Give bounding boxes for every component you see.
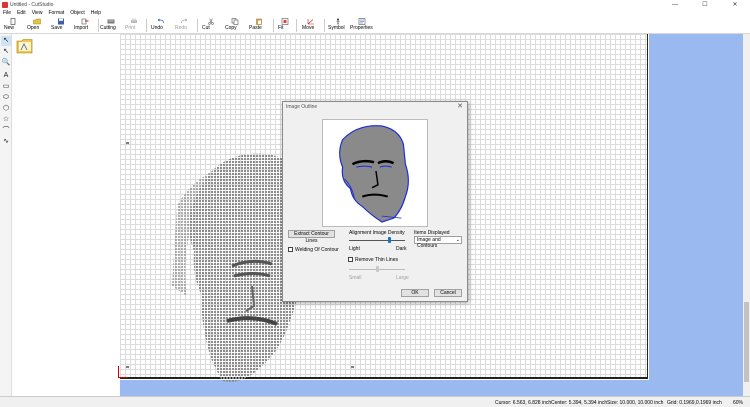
maximize-button[interactable]: ☐ — [690, 0, 720, 10]
remove-thin-checkbox[interactable] — [348, 257, 353, 262]
dialog-close-icon[interactable]: ✕ — [457, 102, 463, 110]
open-button[interactable]: Open — [27, 18, 47, 33]
scroll-thumb[interactable] — [744, 302, 749, 382]
thin-lines-slider-thumb[interactable] — [375, 266, 379, 272]
text-tool[interactable]: A — [1, 71, 11, 81]
cut-button[interactable]: Cut — [202, 18, 220, 33]
undo-button[interactable]: Undo — [151, 18, 171, 33]
toolbar-separator — [98, 19, 99, 32]
redo-button[interactable]: Redo — [175, 18, 193, 33]
scissors-icon — [208, 18, 214, 25]
vertical-scrollbar[interactable] — [743, 34, 750, 396]
grid-readout: Grid: 0.1969,0.1969 inch — [667, 400, 722, 406]
cutter-icon — [107, 19, 115, 24]
symbol-button[interactable]: Symbol — [328, 18, 348, 33]
status-bar: Cursor: 6.563, 6.828 inch Center: 5.394,… — [0, 396, 750, 407]
person-symbol-icon — [336, 18, 340, 25]
save-disk-icon — [58, 18, 64, 25]
toolbar-separator — [296, 19, 297, 32]
redo-icon — [181, 18, 188, 24]
title-bar: Untitled - CutStudio — ☐ ✕ — [0, 0, 750, 10]
cursor-readout: Cursor: 6.563, 6.828 inch — [495, 400, 552, 406]
selection-handle[interactable]: ⌗ — [125, 366, 130, 371]
close-button[interactable]: ✕ — [720, 0, 750, 10]
density-slider[interactable] — [349, 240, 405, 241]
welding-label: Welding Of Contour — [295, 247, 339, 253]
properties-button[interactable]: Properties — [350, 18, 374, 33]
clipboard-icon — [256, 18, 262, 25]
import-icon — [81, 18, 89, 25]
menu-bar: File Edit View Format Object Help — [0, 10, 750, 17]
menu-format[interactable]: Format — [48, 10, 64, 17]
fit-icon — [281, 18, 289, 25]
thin-large-label: Large — [396, 275, 409, 281]
new-button[interactable]: New — [4, 18, 22, 33]
copy-button[interactable]: Copy — [225, 18, 245, 33]
size-readout: Size: 10.000, 10.000 inch — [607, 400, 664, 406]
menu-object[interactable]: Object — [70, 10, 84, 17]
import-button[interactable]: Import — [74, 18, 96, 33]
zoom-tool[interactable]: 🔍 — [1, 58, 11, 68]
toolbar-separator — [197, 19, 198, 32]
window-title: Untitled - CutStudio — [10, 2, 54, 8]
menu-file[interactable]: File — [3, 10, 11, 17]
printer-icon — [131, 18, 137, 23]
menu-help[interactable]: Help — [91, 10, 101, 17]
select-tool[interactable]: ↖ — [1, 36, 11, 46]
toolbar-separator — [324, 19, 325, 32]
node-edit-tool[interactable]: ↖ — [1, 47, 11, 57]
toolbar-separator — [146, 19, 147, 32]
items-displayed-select[interactable]: Image and Contours ⌄ — [414, 236, 462, 249]
dialog-title: Image Outline — [286, 104, 318, 110]
ellipse-tool[interactable]: ⬭ — [1, 93, 11, 103]
fit-button[interactable]: Fit — [278, 18, 292, 33]
undo-icon — [157, 18, 164, 24]
curve-tool[interactable]: ∿ — [1, 137, 11, 147]
save-button[interactable]: Save — [51, 18, 71, 33]
welding-checkbox[interactable] — [288, 247, 293, 252]
window-controls: — ☐ ✕ — [660, 0, 750, 10]
paste-button[interactable]: Paste — [249, 18, 269, 33]
density-dark-label: Dark — [396, 246, 407, 252]
print-button[interactable]: Print — [125, 18, 143, 33]
menu-edit[interactable]: Edit — [17, 10, 26, 17]
folder-icon[interactable] — [16, 37, 34, 55]
page-margin-right — [649, 34, 750, 396]
move-icon — [307, 19, 314, 25]
cutting-button[interactable]: Cutting — [100, 18, 122, 33]
new-file-icon — [10, 18, 16, 25]
density-light-label: Light — [349, 246, 360, 252]
move-button[interactable]: Move — [302, 18, 320, 33]
zoom-readout: 60% — [733, 400, 744, 406]
app-icon — [2, 2, 8, 8]
copy-icon — [231, 18, 239, 25]
outline-preview — [322, 119, 428, 227]
star-tool[interactable]: ☆ — [1, 115, 11, 125]
chevron-down-icon: ⌄ — [455, 237, 460, 243]
minimize-button[interactable]: — — [660, 0, 690, 10]
toolbar-separator — [273, 19, 274, 32]
ok-button[interactable]: OK — [401, 289, 429, 297]
polygon-tool[interactable]: ⬡ — [1, 104, 11, 114]
center-readout: Center: 5.394, 5.394 inch — [551, 400, 608, 406]
toolbox: ↖ ↖ 🔍 A ▭ ⬭ ⬡ ☆ ⌒ ∿ — [0, 34, 12, 396]
cancel-button[interactable]: Cancel — [434, 289, 462, 297]
extract-contour-button[interactable]: Extract Contour Lines — [288, 230, 335, 244]
density-label: Alignment Image Density — [349, 230, 405, 236]
toolbar: New Open Save Import Cutting Print Undo … — [0, 17, 750, 34]
selection-handle[interactable]: ⌗ — [125, 142, 130, 147]
folder-open-icon — [33, 18, 41, 25]
origin-marker — [118, 377, 128, 378]
image-outline-dialog: Image Outline ✕ Extract Contour Lines We… — [282, 101, 468, 302]
menu-view[interactable]: View — [32, 10, 43, 17]
arc-tool[interactable]: ⌒ — [1, 126, 11, 136]
density-slider-thumb[interactable] — [387, 237, 391, 243]
thin-small-label: Small — [349, 275, 362, 281]
remove-thin-label: Remove Thin Lines — [355, 257, 398, 263]
properties-icon — [358, 18, 366, 25]
rectangle-tool[interactable]: ▭ — [1, 82, 11, 92]
